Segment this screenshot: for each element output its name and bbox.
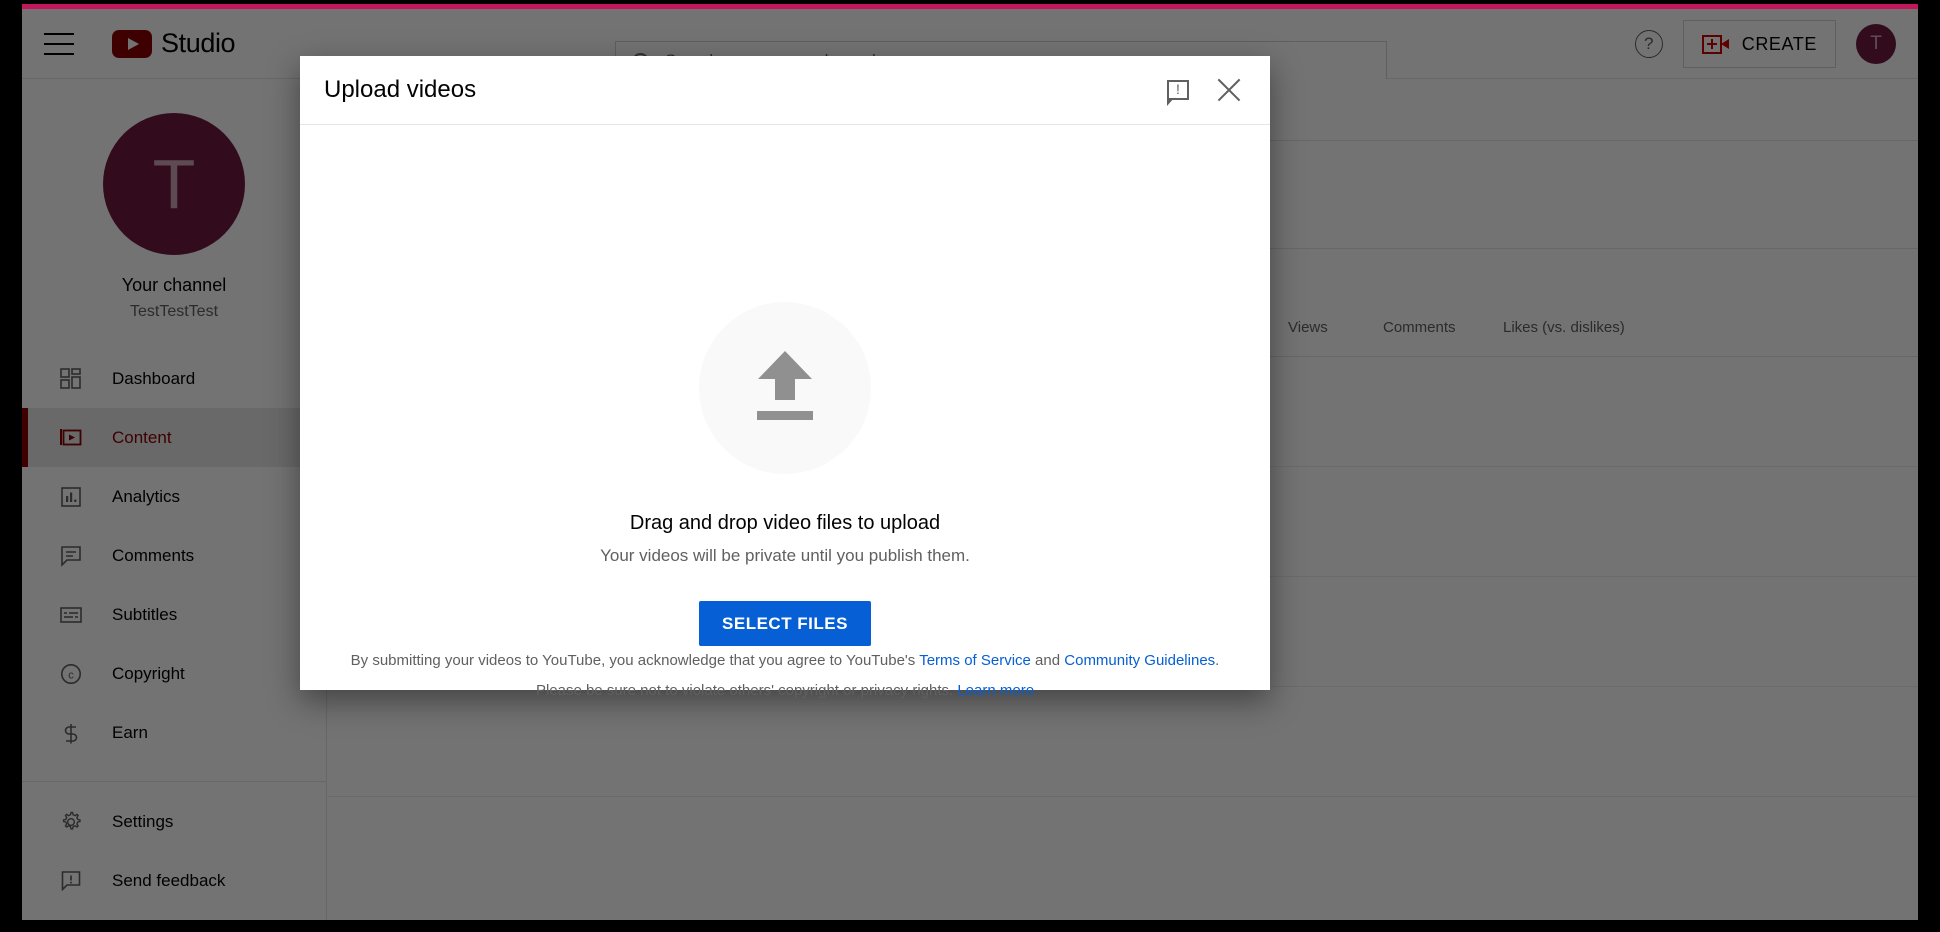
select-files-button[interactable]: SELECT FILES xyxy=(699,601,871,646)
app-viewport: Studio Search across your channel ? CREA… xyxy=(22,9,1918,920)
terms-of-service-link[interactable]: Terms of Service xyxy=(919,652,1031,669)
feedback-bubble-icon[interactable] xyxy=(1167,80,1189,100)
close-x-icon[interactable] xyxy=(1216,77,1242,103)
drag-drop-subtitle: Your videos will be private until you pu… xyxy=(600,546,970,566)
browser-window-frame: Studio Search across your channel ? CREA… xyxy=(0,0,1940,932)
footer-text-mid: and xyxy=(1031,652,1064,669)
learn-more-link[interactable]: Learn more xyxy=(957,682,1034,699)
dialog-header: Upload videos xyxy=(300,56,1270,125)
footer-text-prefix-2: Please be sure not to violate others' co… xyxy=(536,682,957,699)
footer-terms-line: By submitting your videos to YouTube, yo… xyxy=(300,646,1270,676)
drag-drop-title: Drag and drop video files to upload xyxy=(630,512,940,535)
footer-text-suffix: . xyxy=(1215,652,1219,669)
community-guidelines-link[interactable]: Community Guidelines xyxy=(1064,652,1215,669)
footer-text-prefix: By submitting your videos to YouTube, yo… xyxy=(351,652,920,669)
upload-videos-dialog: Upload videos Drag and drop video files … xyxy=(300,56,1270,690)
dialog-header-actions xyxy=(1167,77,1242,103)
upload-arrow-icon xyxy=(699,302,871,474)
dialog-body: Drag and drop video files to upload Your… xyxy=(300,125,1270,646)
dialog-footer: By submitting your videos to YouTube, yo… xyxy=(300,646,1270,728)
footer-copyright-line: Please be sure not to violate others' co… xyxy=(300,676,1270,706)
page-title: Upload videos xyxy=(324,76,1167,104)
